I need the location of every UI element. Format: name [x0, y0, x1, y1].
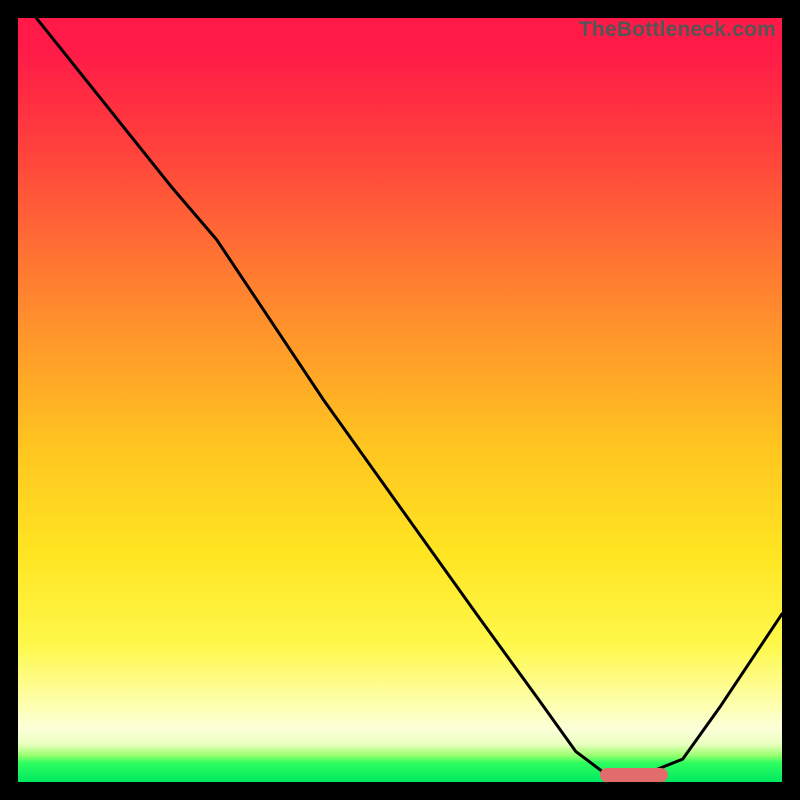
plot-area: TheBottleneck.com — [18, 18, 782, 782]
bottleneck-curve — [18, 18, 782, 782]
curve-path — [18, 18, 782, 774]
optimal-range-marker — [600, 768, 668, 782]
watermark-text: TheBottleneck.com — [579, 18, 776, 42]
chart-frame: TheBottleneck.com — [0, 0, 800, 800]
